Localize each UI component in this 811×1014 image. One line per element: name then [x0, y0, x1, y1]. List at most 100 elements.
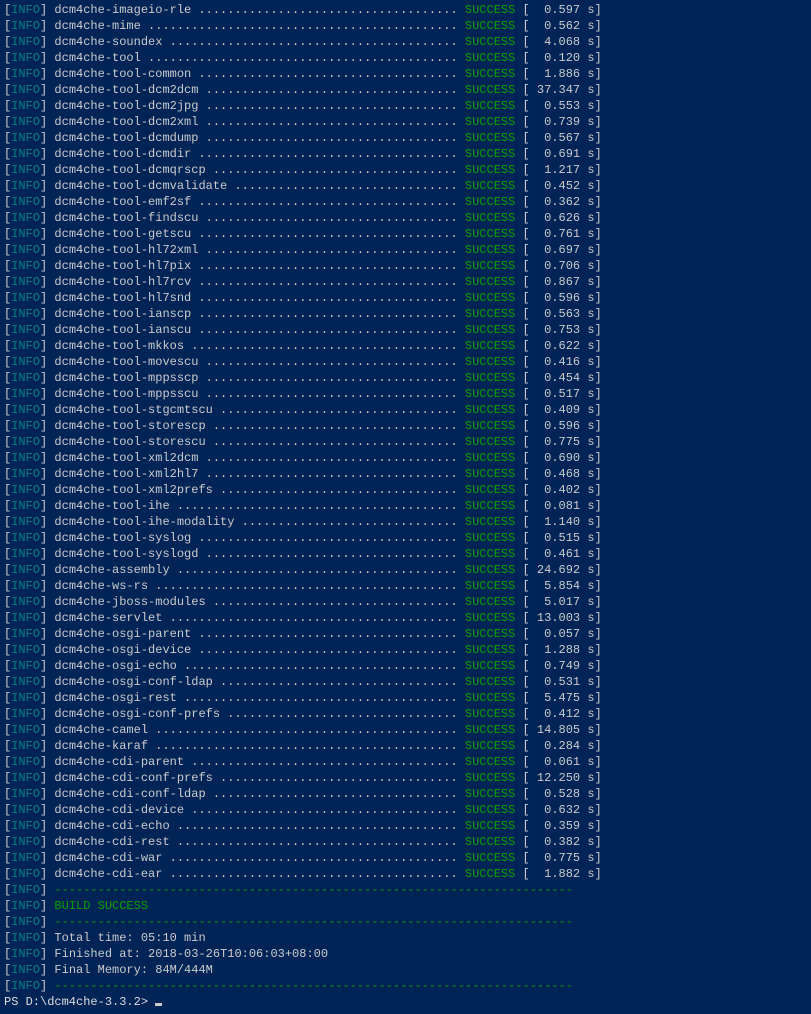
- log-bracket: ]: [40, 771, 54, 785]
- module-row: dcm4che-tool-dcm2jpg ...................…: [54, 99, 464, 113]
- log-level-info: INFO: [11, 595, 40, 609]
- log-level-info: INFO: [11, 899, 40, 913]
- module-time: [ 0.596 s]: [515, 291, 601, 305]
- status-success: SUCCESS: [465, 643, 515, 657]
- log-bracket: ]: [40, 339, 54, 353]
- module-row: dcm4che-tool-hl7rcv ....................…: [54, 275, 464, 289]
- log-bracket: ]: [40, 691, 54, 705]
- log-bracket: ]: [40, 723, 54, 737]
- log-bracket: ]: [40, 323, 54, 337]
- log-level-info: INFO: [11, 131, 40, 145]
- module-row: dcm4che-osgi-conf-ldap .................…: [54, 675, 464, 689]
- log-bracket: ]: [40, 403, 54, 417]
- log-level-info: INFO: [11, 195, 40, 209]
- module-time: [ 0.775 s]: [515, 851, 601, 865]
- log-level-info: INFO: [11, 355, 40, 369]
- log-bracket: ]: [40, 227, 54, 241]
- log-bracket: ]: [40, 979, 54, 993]
- module-time: [ 0.409 s]: [515, 403, 601, 417]
- log-bracket: ]: [40, 3, 54, 17]
- module-row: dcm4che-tool-dcmdump ...................…: [54, 131, 464, 145]
- status-success: SUCCESS: [465, 739, 515, 753]
- log-bracket: ]: [40, 115, 54, 129]
- module-time: [ 0.690 s]: [515, 451, 601, 465]
- log-level-info: INFO: [11, 147, 40, 161]
- status-success: SUCCESS: [465, 3, 515, 17]
- log-bracket: ]: [40, 435, 54, 449]
- module-row: dcm4che-tool-ihe .......................…: [54, 499, 464, 513]
- log-bracket: ]: [40, 963, 54, 977]
- log-level-info: INFO: [11, 243, 40, 257]
- module-row: dcm4che-tool-stgcmtscu .................…: [54, 403, 464, 417]
- module-row: dcm4che-osgi-rest ......................…: [54, 691, 464, 705]
- module-row: dcm4che-tool-movescu ...................…: [54, 355, 464, 369]
- log-level-info: INFO: [11, 227, 40, 241]
- log-level-info: INFO: [11, 979, 40, 993]
- module-time: [ 4.068 s]: [515, 35, 601, 49]
- module-row: dcm4che-tool-dcm2xml ...................…: [54, 115, 464, 129]
- status-success: SUCCESS: [465, 83, 515, 97]
- module-row: dcm4che-tool-xml2dcm ...................…: [54, 451, 464, 465]
- log-bracket: ]: [40, 787, 54, 801]
- status-success: SUCCESS: [465, 515, 515, 529]
- status-success: SUCCESS: [465, 131, 515, 145]
- module-time: [ 0.761 s]: [515, 227, 601, 241]
- log-bracket: ]: [40, 515, 54, 529]
- module-row: dcm4che-tool-ianscp ....................…: [54, 307, 464, 321]
- module-time: [ 0.081 s]: [515, 499, 601, 513]
- status-success: SUCCESS: [465, 867, 515, 881]
- module-time: [ 0.468 s]: [515, 467, 601, 481]
- log-bracket: ]: [40, 451, 54, 465]
- status-success: SUCCESS: [465, 339, 515, 353]
- log-bracket: ]: [40, 707, 54, 721]
- module-row: dcm4che-tool-mkkos .....................…: [54, 339, 464, 353]
- log-level-info: INFO: [11, 483, 40, 497]
- log-level-info: INFO: [11, 531, 40, 545]
- log-level-info: INFO: [11, 35, 40, 49]
- status-success: SUCCESS: [465, 243, 515, 257]
- log-level-info: INFO: [11, 19, 40, 33]
- status-success: SUCCESS: [465, 99, 515, 113]
- log-bracket: ]: [40, 899, 54, 913]
- summary-final-memory: Final Memory: 84M/444M: [54, 963, 212, 977]
- log-level-info: INFO: [11, 771, 40, 785]
- log-level-info: INFO: [11, 579, 40, 593]
- status-success: SUCCESS: [465, 323, 515, 337]
- log-bracket: ]: [40, 675, 54, 689]
- log-bracket: ]: [40, 419, 54, 433]
- module-time: [ 0.706 s]: [515, 259, 601, 273]
- log-bracket: ]: [40, 467, 54, 481]
- module-time: [ 0.416 s]: [515, 355, 601, 369]
- log-bracket: ]: [40, 211, 54, 225]
- log-level-info: INFO: [11, 259, 40, 273]
- status-success: SUCCESS: [465, 755, 515, 769]
- module-time: [ 0.691 s]: [515, 147, 601, 161]
- status-success: SUCCESS: [465, 451, 515, 465]
- module-time: [ 0.626 s]: [515, 211, 601, 225]
- log-bracket: ]: [40, 595, 54, 609]
- status-success: SUCCESS: [465, 579, 515, 593]
- log-bracket: ]: [40, 931, 54, 945]
- log-level-info: INFO: [11, 867, 40, 881]
- log-bracket: ]: [40, 483, 54, 497]
- log-level-info: INFO: [11, 291, 40, 305]
- log-level-info: INFO: [11, 419, 40, 433]
- log-level-info: INFO: [11, 659, 40, 673]
- module-row: dcm4che-tool-ianscu ....................…: [54, 323, 464, 337]
- module-time: [ 0.057 s]: [515, 627, 601, 641]
- log-bracket: ]: [40, 739, 54, 753]
- status-success: SUCCESS: [465, 147, 515, 161]
- module-time: [ 12.250 s]: [515, 771, 601, 785]
- log-bracket: ]: [40, 627, 54, 641]
- module-row: dcm4che-tool-syslogd ...................…: [54, 547, 464, 561]
- module-row: dcm4che-tool-syslog ....................…: [54, 531, 464, 545]
- log-level-info: INFO: [11, 691, 40, 705]
- separator-line: ----------------------------------------…: [54, 883, 572, 897]
- status-success: SUCCESS: [465, 307, 515, 321]
- prompt[interactable]: PS D:\dcm4che-3.3.2>: [4, 995, 155, 1009]
- module-time: [ 0.517 s]: [515, 387, 601, 401]
- separator-line: ----------------------------------------…: [54, 915, 572, 929]
- log-level-info: INFO: [11, 403, 40, 417]
- module-row: dcm4che-tool-mppsscu ...................…: [54, 387, 464, 401]
- module-row: dcm4che-tool-mppsscp ...................…: [54, 371, 464, 385]
